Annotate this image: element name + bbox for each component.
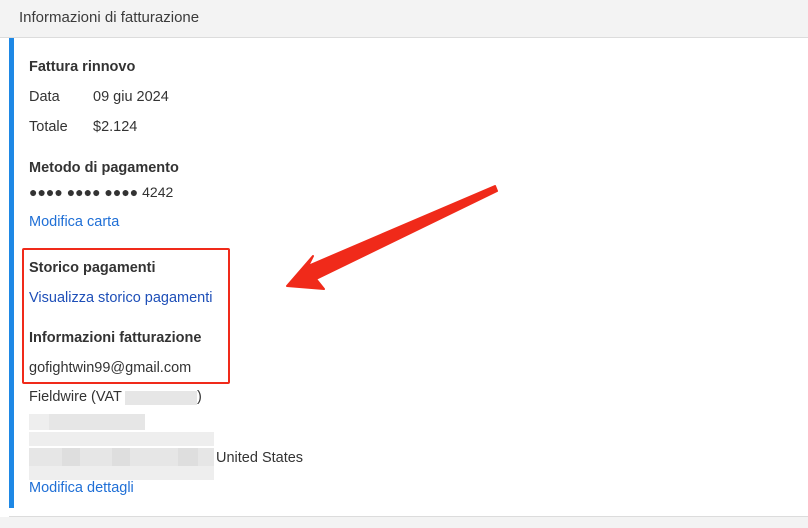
annotation-arrow-icon	[286, 185, 498, 290]
